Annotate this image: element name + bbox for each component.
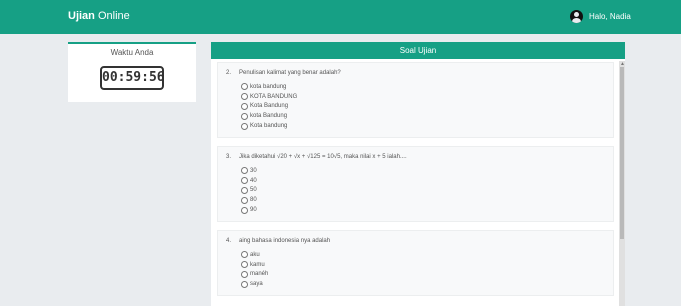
answer-option-label: kamu	[250, 261, 265, 268]
answer-option[interactable]: kamu	[241, 260, 605, 270]
answer-option-label: Kota bandung	[250, 123, 288, 130]
answer-option[interactable]: 50	[241, 186, 605, 196]
radio-button[interactable]	[241, 102, 248, 110]
answer-option[interactable]: kota Bandung	[241, 111, 605, 121]
exam-header: Soal Ujian	[211, 42, 625, 59]
radio-button[interactable]	[241, 280, 248, 288]
answer-option[interactable]: aku	[241, 250, 605, 260]
question-card: 3. Jika diketahui √20 + √x + √125 = 10√5,…	[217, 145, 614, 222]
question-card: 2. Penulisan kalimat yang benar adalah? ko…	[217, 62, 614, 138]
question-text-row: 2. Penulisan kalimat yang benar adalah?	[226, 70, 605, 76]
question-text-row: 3. Jika diketahui √20 + √x + √125 = 10√5,…	[226, 154, 605, 160]
timer-card: Waktu Anda 00:59:56	[68, 42, 196, 102]
brand-rest: Online	[97, 10, 130, 22]
answer-option-label: 90	[250, 207, 257, 214]
user-greeting: Halo, Nadia	[589, 12, 631, 21]
answer-option[interactable]: kota bandung	[241, 82, 605, 92]
answer-option-label: saya	[250, 281, 263, 288]
user-menu[interactable]: Halo, Nadia	[570, 10, 631, 23]
answer-option[interactable]: Kota Bandung	[241, 102, 605, 112]
radio-button[interactable]	[241, 270, 248, 278]
answer-option[interactable]: Kota bandung	[241, 121, 605, 131]
answer-option-label: aku	[250, 251, 260, 258]
answer-option-label: 80	[250, 197, 257, 204]
radio-button[interactable]	[241, 177, 248, 185]
radio-button[interactable]	[241, 261, 248, 269]
answer-option-label: 30	[250, 167, 257, 174]
question-text: Penulisan kalimat yang benar adalah?	[239, 70, 341, 76]
radio-button[interactable]	[241, 122, 248, 130]
navbar: Ujian Online Halo, Nadia	[0, 0, 681, 34]
answer-option-label: manéh	[250, 271, 269, 278]
radio-button[interactable]	[241, 93, 248, 101]
answer-option-label: Kota Bandung	[250, 103, 289, 110]
answer-option-label: kota bandung	[250, 83, 287, 90]
question-text: Jika diketahui √20 + √x + √125 = 10√5, m…	[239, 153, 407, 160]
answer-option[interactable]: 30	[241, 166, 605, 176]
radio-button[interactable]	[241, 186, 248, 194]
exam-card: Soal Ujian 2. Penulisan kalimat yang bena…	[211, 42, 625, 306]
radio-button[interactable]	[241, 83, 248, 91]
answer-option[interactable]: KOTA BANDUNG	[241, 92, 605, 102]
brand-bold: Ujian	[68, 10, 95, 22]
scroll-thumb[interactable]	[620, 67, 624, 239]
answer-option[interactable]: 80	[241, 195, 605, 205]
timer-title: Waktu Anda	[110, 48, 154, 57]
countdown-timer: 00:59:56	[100, 66, 165, 90]
radio-button[interactable]	[241, 112, 248, 120]
answer-option[interactable]: 90	[241, 205, 605, 215]
radio-button[interactable]	[241, 196, 248, 204]
question-text-row: 4. aing bahasa indonesia nya adalah	[226, 238, 605, 244]
radio-button[interactable]	[241, 206, 248, 214]
question-text: aing bahasa indonesia nya adalah	[239, 237, 331, 244]
question-number: 3.	[226, 153, 232, 160]
question-card: 4. aing bahasa indonesia nya adalah aku kam…	[217, 229, 614, 297]
question-list: 2. Penulisan kalimat yang benar adalah? ko…	[217, 62, 614, 304]
app-brand[interactable]: Ujian Online	[68, 10, 130, 22]
question-number: 2.	[226, 70, 232, 76]
answer-option-label: KOTA BANDUNG	[250, 93, 298, 100]
question-number: 4.	[226, 237, 232, 244]
answer-option[interactable]: 40	[241, 176, 605, 186]
radio-button[interactable]	[241, 167, 248, 175]
answer-option-label: 50	[250, 187, 257, 194]
radio-button[interactable]	[241, 251, 248, 259]
answer-option-label: kota Bandung	[250, 113, 288, 120]
scrollbar[interactable]: ▲	[619, 61, 625, 306]
user-avatar-icon	[570, 10, 583, 23]
answer-option-label: 40	[250, 177, 257, 184]
answer-option[interactable]: manéh	[241, 270, 605, 280]
answer-option[interactable]: saya	[241, 279, 605, 289]
